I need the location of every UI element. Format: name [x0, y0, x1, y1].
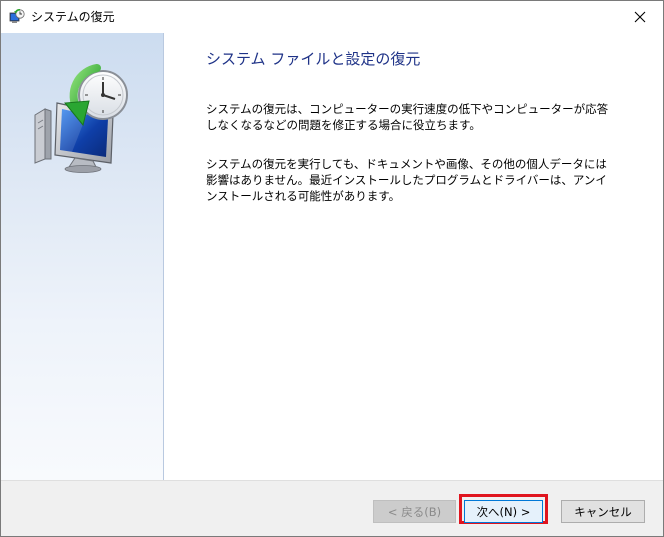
description-paragraph-2: システムの復元を実行しても、ドキュメントや画像、その他の個人データには影響はあり…: [206, 157, 607, 203]
cancel-button[interactable]: キャンセル: [561, 500, 645, 523]
content-panel: システム ファイルと設定の復元 システムの復元は、コンピューターの実行速度の低下…: [164, 33, 663, 480]
window-title: システムの復元: [31, 10, 115, 24]
system-restore-hero-icon: [27, 63, 139, 175]
sidebar-panel: [1, 33, 164, 480]
title-bar[interactable]: システムの復元: [1, 1, 663, 33]
system-restore-window: システムの復元 システム ファイルと設定の復元 システムの復元は、コンピューター…: [0, 0, 664, 537]
page-title: システム ファイルと設定の復元: [206, 50, 421, 68]
button-bar: < 戻る(B) 次へ(N) > キャンセル: [1, 480, 663, 536]
next-button[interactable]: 次へ(N) >: [464, 500, 543, 523]
system-restore-icon: [9, 9, 25, 25]
close-button[interactable]: [617, 1, 663, 33]
description-paragraph-1: システムの復元は、コンピューターの実行速度の低下やコンピューターが応答しなくなる…: [206, 102, 609, 132]
back-button[interactable]: < 戻る(B): [373, 500, 456, 523]
close-icon: [634, 11, 646, 23]
